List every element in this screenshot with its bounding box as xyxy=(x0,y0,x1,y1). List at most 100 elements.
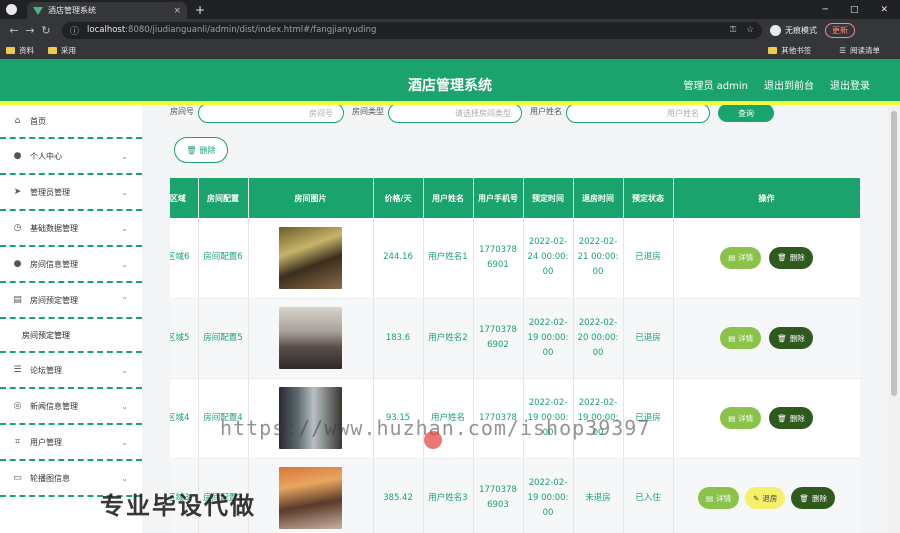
forward-icon[interactable]: → xyxy=(22,24,38,37)
incognito-indicator[interactable]: 无痕模式 xyxy=(770,24,817,36)
cell-phone: 1770378 xyxy=(473,378,524,459)
row-actions: ▤ 详情 🗑 删除 xyxy=(677,327,857,349)
reload-icon[interactable]: ↻ xyxy=(38,24,54,37)
tab-close-icon[interactable]: × xyxy=(173,6,181,16)
sidebar-item-profile[interactable]: ● 个人中心 ⌄ xyxy=(0,139,142,175)
room-type-select[interactable]: 请选择房间类型 xyxy=(388,105,522,123)
other-bookmarks[interactable]: 其他书签 xyxy=(768,45,811,56)
sidebar-item-forum[interactable]: ☰ 论坛管理 ⌄ xyxy=(0,353,142,389)
sidebar-item-admins[interactable]: ➤ 管理员管理 ⌄ xyxy=(0,175,142,211)
url-host: localhost xyxy=(87,25,126,35)
reading-list-icon: ☰ xyxy=(839,45,846,55)
close-window-icon[interactable]: ✕ xyxy=(880,5,888,15)
cell-user: 用户姓名1 xyxy=(423,218,474,299)
cell-checkout-time: 2022-02-19 00:00:00 xyxy=(573,378,624,459)
room-image[interactable] xyxy=(279,467,342,529)
key-icon[interactable]: ⚿ xyxy=(730,25,736,35)
browser-tab[interactable]: 酒店管理系统 × xyxy=(27,2,187,19)
home-icon: ⌂ xyxy=(14,115,21,126)
row-actions: ▤ 详情 ✎ 退房 🗑 删除 xyxy=(677,487,857,509)
cursor-highlight xyxy=(424,431,442,449)
col-header-status[interactable]: 预定状态 xyxy=(623,178,674,218)
exit-to-frontend-link[interactable]: 退出到前台 xyxy=(764,77,814,92)
admin-user-link[interactable]: 管理员 admin xyxy=(683,77,748,92)
cell-price: 385.42 xyxy=(373,458,424,533)
bookmarks-right: 其他书签 ☰ 阅读清单 xyxy=(768,45,894,56)
sidebar-subitem-reservations[interactable]: 房间预定管理 xyxy=(0,319,142,353)
avatar xyxy=(770,24,781,36)
maximize-icon[interactable]: □ xyxy=(850,5,859,15)
col-header-image[interactable]: 房间图片 xyxy=(248,178,374,218)
table-row: 房间区域4 房间配置4 93.15 用户姓名 1770378 2022-02-1… xyxy=(170,378,860,459)
user-name-input[interactable]: 用户姓名 xyxy=(566,105,710,123)
chevron-down-icon: ⌄ xyxy=(121,187,128,197)
search-button[interactable]: 查询 xyxy=(718,105,774,122)
batch-delete-button[interactable]: 🗑 删除 xyxy=(174,137,228,163)
globe-icon: ◎ xyxy=(13,400,22,411)
delete-button[interactable]: 🗑 删除 xyxy=(791,487,835,509)
browser-menu-icon[interactable] xyxy=(6,4,17,15)
logout-link[interactable]: 退出登录 xyxy=(830,77,870,92)
detail-button[interactable]: ▤ 详情 xyxy=(720,246,762,269)
monitor-icon: ▭ xyxy=(13,472,22,483)
col-header-config[interactable]: 房间配置 xyxy=(198,178,249,218)
room-image[interactable] xyxy=(279,226,342,289)
detail-button[interactable]: ▤ 详情 xyxy=(720,407,762,429)
checkout-label: 退房 xyxy=(762,493,778,503)
delete-label: 删除 xyxy=(789,333,805,343)
sidebar-item-news[interactable]: ◎ 新闻信息管理 ⌄ xyxy=(0,389,142,425)
page-scrollbar[interactable] xyxy=(888,105,900,533)
new-tab-button[interactable]: + xyxy=(195,3,205,17)
detail-button[interactable]: ▤ 详情 xyxy=(720,327,762,349)
sidebar-subitem-label: 房间预定管理 xyxy=(22,330,70,340)
info-icon[interactable]: ⓘ xyxy=(70,24,79,37)
tab-title: 酒店管理系统 xyxy=(48,6,96,15)
bookmark-label: 资料 xyxy=(19,45,34,55)
bookmark-label: 其他书签 xyxy=(781,45,812,55)
sidebar-item-reservations[interactable]: ▤ 房间预定管理 ⌃ xyxy=(0,283,142,319)
cell-price: 244.16 xyxy=(373,218,424,299)
minimize-icon[interactable]: ─ xyxy=(823,5,828,15)
col-header-area[interactable]: 房间区域 xyxy=(170,178,199,218)
chevron-down-icon: ⌄ xyxy=(121,365,128,375)
delete-button[interactable]: 🗑 删除 xyxy=(769,246,813,269)
sidebar: ⌂ 首页 ● 个人中心 ⌄ ➤ 管理员管理 ⌄ ◷ 基础数据管理 ⌄ ● 房间信… xyxy=(0,105,142,533)
sidebar-item-label: 轮播图信息 xyxy=(30,473,70,483)
cell-image xyxy=(248,298,374,379)
sidebar-item-base-data[interactable]: ◷ 基础数据管理 ⌄ xyxy=(0,211,142,247)
bookmark-folder[interactable]: 资料 xyxy=(6,45,34,56)
sidebar-item-carousel[interactable]: ▭ 轮播图信息 ⌄ xyxy=(0,461,142,497)
sidebar-item-rooms[interactable]: ● 房间信息管理 ⌄ xyxy=(0,247,142,283)
cell-status: 已退房 xyxy=(623,378,674,459)
col-header-price[interactable]: 价格/天 xyxy=(373,178,424,218)
reading-list[interactable]: ☰ 阅读清单 xyxy=(839,45,880,56)
room-image[interactable] xyxy=(279,387,342,449)
bookmark-star-icon[interactable]: ☆ xyxy=(746,25,754,35)
bookmark-folder[interactable]: 采用 xyxy=(48,45,76,56)
url-field[interactable]: ⓘ localhost :8080/jiudianguanli/admin/di… xyxy=(62,21,762,39)
table-row: 房间区域3 房间配置3 385.42 用户姓名3 17703786903 202… xyxy=(170,458,860,533)
col-header-book-time[interactable]: 预定时间 xyxy=(523,178,574,218)
user-icon: ● xyxy=(13,150,22,161)
omnibox-actions: ⚿ ☆ xyxy=(730,25,754,35)
sidebar-item-label: 基础数据管理 xyxy=(30,223,78,233)
col-header-checkout-time[interactable]: 退房时间 xyxy=(573,178,624,218)
detail-button[interactable]: ▤ 详情 xyxy=(698,487,740,509)
delete-button[interactable]: 🗑 删除 xyxy=(769,327,813,349)
room-number-input[interactable]: 房间号 xyxy=(198,105,344,123)
incognito-label: 无痕模式 xyxy=(785,25,817,35)
trash-icon: 🗑 xyxy=(777,253,787,263)
scrollbar-thumb[interactable] xyxy=(891,111,897,396)
update-button[interactable]: 更新 xyxy=(825,22,855,38)
cell-image xyxy=(248,218,374,299)
sidebar-item-home[interactable]: ⌂ 首页 xyxy=(0,105,142,139)
col-header-phone[interactable]: 用户手机号 xyxy=(473,178,524,218)
delete-button[interactable]: 🗑 删除 xyxy=(769,407,813,429)
sidebar-item-users[interactable]: ⌗ 用户管理 ⌄ xyxy=(0,425,142,461)
col-header-user[interactable]: 用户姓名 xyxy=(423,178,474,218)
bookmark-label: 采用 xyxy=(61,45,76,55)
room-image[interactable] xyxy=(279,307,342,369)
checkout-button[interactable]: ✎ 退房 xyxy=(745,487,786,509)
cell-book-time: 2022-02-19 00:00:00 xyxy=(523,458,574,533)
back-icon[interactable]: ← xyxy=(6,24,22,37)
